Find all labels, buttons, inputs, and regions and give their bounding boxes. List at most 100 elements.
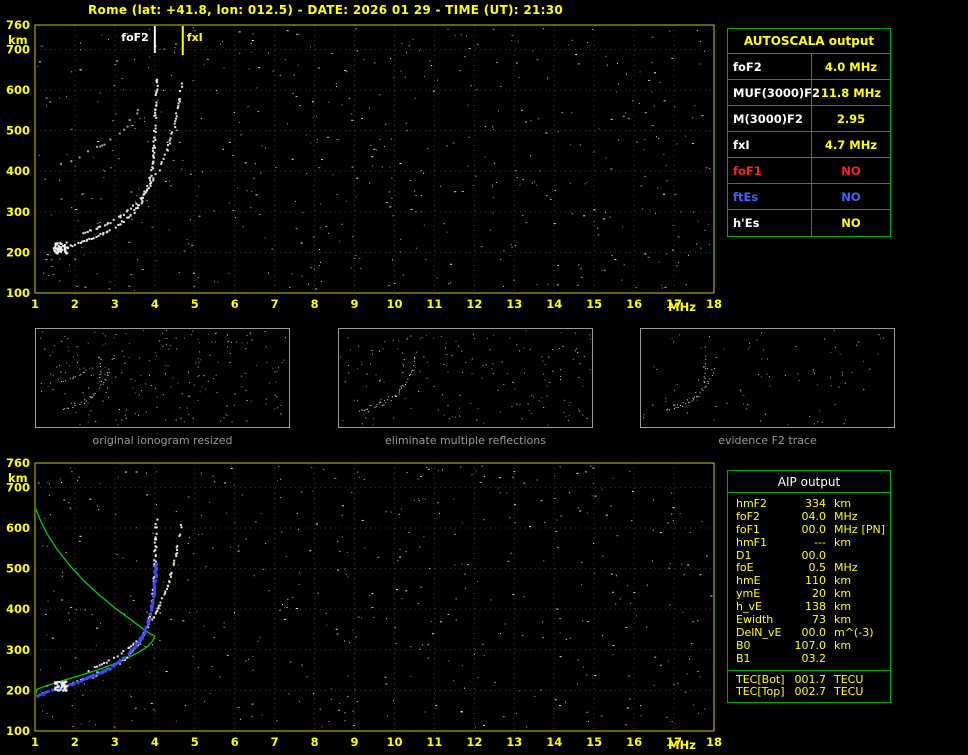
noise-dot [252, 33, 254, 35]
trace-dot [696, 395, 698, 397]
noise-dot [61, 482, 62, 483]
noise-dot [685, 135, 687, 137]
trace-dot [136, 207, 139, 209]
noise-dot [708, 336, 710, 338]
noise-dot [143, 121, 145, 122]
noise-dot [582, 620, 584, 622]
noise-dot [577, 507, 579, 509]
noise-dot [166, 337, 168, 339]
noise-dot [388, 285, 390, 286]
noise-dot [222, 41, 223, 43]
x-tick-label: 16 [626, 297, 642, 311]
noise-dot [121, 419, 123, 421]
trace-dot [175, 115, 178, 118]
noise-dot [281, 362, 283, 363]
noise-dot [100, 622, 101, 624]
noise-dot [694, 105, 696, 107]
noise-dot [686, 412, 688, 414]
x-tick-label: 3 [111, 735, 119, 749]
trace-dot [411, 369, 413, 371]
noise-dot [80, 723, 82, 725]
noise-dot [549, 381, 551, 383]
trace-dot [63, 408, 65, 410]
trace-dot [407, 378, 409, 380]
noise-dot [81, 247, 83, 248]
noise-dot [159, 612, 162, 614]
noise-dot [413, 370, 415, 371]
noise-dot [197, 666, 199, 668]
noise-dot [61, 571, 63, 573]
autoscala-param-name: M(3000)F2 [728, 106, 812, 131]
trace-dot [160, 163, 163, 165]
x-tick-label: 14 [546, 735, 562, 749]
noise-dot [691, 643, 693, 644]
noise-dot [343, 568, 345, 570]
thumbnail-original-ionogram [35, 328, 290, 428]
noise-dot [317, 592, 319, 594]
noise-dot [589, 369, 591, 370]
noise-dot [359, 257, 361, 259]
trace-dot [164, 590, 167, 593]
noise-dot [241, 375, 243, 377]
noise-dot [758, 374, 760, 376]
aip-param-name: B0 [736, 638, 751, 652]
noise-dot [487, 337, 489, 339]
noise-dot [313, 693, 314, 695]
noise-dot [812, 371, 814, 373]
noise-dot [569, 402, 571, 404]
trace-dot [132, 204, 134, 207]
noise-dot [593, 467, 595, 469]
noise-dot [453, 680, 455, 682]
noise-dot [707, 223, 709, 225]
noise-dot [214, 481, 216, 483]
noise-dot [747, 348, 749, 350]
trace-dot [703, 376, 705, 378]
noise-dot [90, 410, 92, 412]
noise-dot [428, 567, 430, 569]
noise-dot [108, 39, 109, 41]
trace-dot [158, 169, 161, 172]
noise-dot [146, 611, 148, 613]
trace-dot [100, 372, 102, 374]
x-tick-label: 18 [706, 735, 722, 749]
noise-dot [356, 701, 358, 702]
noise-dot [387, 715, 388, 717]
x-tick-label: 2 [71, 297, 79, 311]
noise-dot [419, 338, 421, 340]
noise-dot [79, 49, 81, 51]
noise-dot [128, 285, 131, 287]
trace-dot [72, 407, 74, 408]
traces [36, 507, 183, 698]
noise-dot [461, 191, 464, 192]
trace-dot [93, 666, 96, 669]
noise-dot [605, 514, 608, 516]
noise-dot [458, 70, 461, 72]
trace-dot [704, 377, 706, 379]
noise-dot [610, 573, 613, 575]
noise-dot [162, 394, 164, 396]
noise-dot [344, 381, 346, 383]
noise-dot [588, 721, 589, 722]
noise-dot [44, 178, 47, 180]
noise-dot [275, 381, 277, 383]
aip-separator-line [728, 669, 890, 671]
noise-dot [99, 92, 101, 94]
aip-param-name: foF2 [736, 509, 760, 523]
trace-dot [102, 383, 104, 385]
noise-dot [230, 341, 232, 343]
trace-dot [411, 371, 412, 373]
noise-dot [723, 348, 725, 350]
noise-dot [105, 343, 106, 345]
noise-dot [208, 333, 210, 335]
noise-dot [158, 340, 160, 342]
noise-dot [405, 551, 407, 553]
noise-dot [410, 675, 412, 677]
noise-dot [276, 371, 278, 373]
noise-dot [313, 268, 315, 270]
noise-dot [437, 79, 439, 81]
noise-dot [41, 390, 42, 392]
noise-dot [183, 250, 186, 252]
noise-dot [155, 45, 157, 47]
noise-dot [50, 374, 51, 376]
trace-dot [385, 402, 387, 404]
